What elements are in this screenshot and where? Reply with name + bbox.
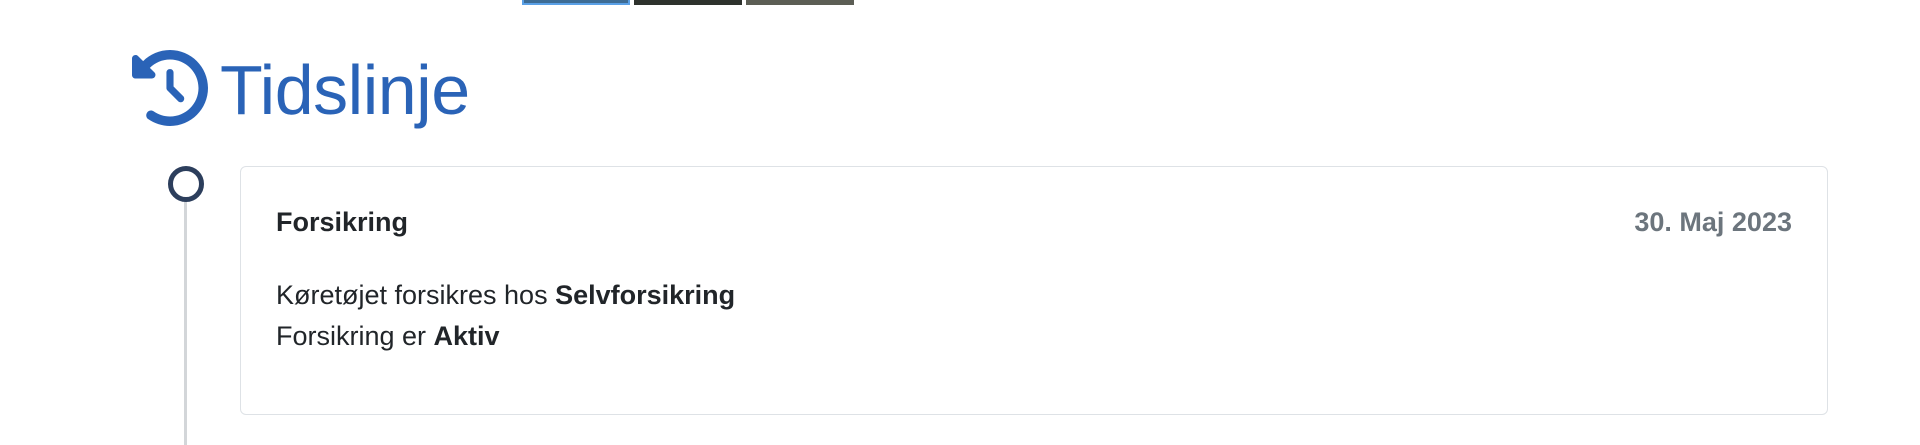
event-title: Forsikring (276, 207, 409, 237)
event-body: Køretøjet forsikres hos Selvforsikring F… (276, 275, 735, 357)
event-date: 30. Maj 2023 (1634, 207, 1792, 237)
history-icon (132, 50, 208, 126)
thumbnail-1[interactable] (522, 0, 630, 5)
insurer-line: Køretøjet forsikres hos Selvforsikring (276, 275, 735, 316)
image-thumbnail-strip (522, 0, 854, 5)
timeline: Forsikring 30. Maj 2023 Køretøjet forsik… (168, 166, 1828, 445)
section-title: Tidslinje (220, 51, 470, 129)
insurer-label: Køretøjet forsikres hos (276, 280, 556, 310)
timeline-event-card: Forsikring 30. Maj 2023 Køretøjet forsik… (240, 166, 1828, 415)
insurance-status: Aktiv (433, 321, 500, 351)
insurer-name: Selvforsikring (555, 280, 736, 310)
timeline-line (184, 200, 187, 445)
event-header: Forsikring 30. Maj 2023 (276, 207, 1792, 238)
thumbnail-3[interactable] (746, 0, 854, 5)
status-label: Forsikring er (276, 321, 434, 351)
status-line: Forsikring er Aktiv (276, 316, 735, 357)
timeline-dot (168, 166, 204, 202)
thumbnail-2[interactable] (634, 0, 742, 5)
timeline-header: Tidslinje (132, 50, 470, 126)
